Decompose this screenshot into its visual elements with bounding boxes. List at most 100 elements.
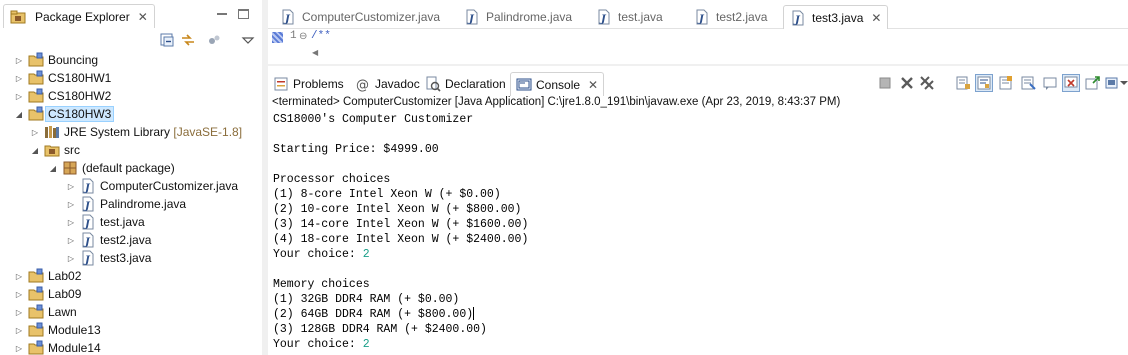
- open-console-icon[interactable]: [1084, 74, 1102, 92]
- java-file-icon: J: [696, 9, 708, 25]
- console-output[interactable]: CS18000's Computer Customizer Starting Pr…: [273, 112, 1123, 352]
- display-selected-console-icon[interactable]: [1062, 74, 1080, 92]
- tree-item[interactable]: ▷ J ComputerCustomizer.java: [66, 177, 238, 195]
- maximize-view-icon[interactable]: [238, 9, 249, 19]
- collapsed-twistie-icon[interactable]: ▷: [66, 235, 76, 245]
- tree-item-label: Lab09: [48, 287, 81, 301]
- tree-item[interactable]: ◢ (default package): [48, 159, 175, 177]
- collapsed-twistie-icon[interactable]: ▷: [14, 307, 24, 317]
- tree-item-label: test.java: [100, 215, 145, 229]
- editor-tab[interactable]: Jtest2.java: [688, 5, 773, 29]
- console-view-tab[interactable]: Problems: [268, 72, 349, 96]
- tree-item[interactable]: ◢ CS180HW3: [14, 105, 115, 123]
- tree-item-text: src: [64, 143, 80, 157]
- collapsed-twistie-icon[interactable]: ▷: [14, 55, 24, 65]
- collapse-all-icon[interactable]: [159, 32, 175, 48]
- tree-item[interactable]: ▷ Lab09: [14, 285, 81, 303]
- tree-item[interactable]: ▷ Module13: [14, 321, 101, 339]
- console-line: Your choice: 2: [273, 337, 1123, 352]
- source-folder-icon: [44, 145, 60, 157]
- java-file-icon: J: [282, 9, 294, 25]
- collapsed-twistie-icon[interactable]: ▷: [14, 325, 24, 335]
- tree-item[interactable]: ▷ Module14: [14, 339, 101, 355]
- tree-item[interactable]: ▷ JRE System Library [JavaSE-1.8]: [30, 123, 242, 141]
- console-line: CS18000's Computer Customizer: [273, 112, 1123, 127]
- editor-tab[interactable]: J ComputerCustomizer.java: [274, 5, 446, 29]
- console-line: Memory choices: [273, 277, 1123, 292]
- tree-item[interactable]: ▷ Bouncing: [14, 51, 98, 69]
- console-line: Starting Price: $4999.00: [273, 142, 1123, 157]
- declaration-icon: [426, 76, 441, 92]
- tree-item[interactable]: ▷ J Palindrome.java: [66, 195, 186, 213]
- project-folder-icon: [28, 70, 44, 85]
- remove-all-terminated-icon[interactable]: [918, 74, 936, 92]
- expanded-twistie-icon[interactable]: ◢: [14, 109, 24, 119]
- tree-item[interactable]: ▷ CS180HW2: [14, 87, 111, 105]
- editor-body[interactable]: 1 ⊖ /** ◀: [268, 30, 1128, 64]
- console-view-tab[interactable]: Console ✕: [510, 72, 605, 96]
- editor-tab[interactable]: Jtest3.java ✕: [783, 5, 889, 29]
- word-wrap-icon[interactable]: [975, 74, 993, 92]
- console-line: (2) 10-core Intel Xeon W (+ $800.00): [273, 202, 1123, 217]
- tree-item[interactable]: ▷ Lawn: [14, 303, 77, 321]
- tree-item[interactable]: ◢ src: [30, 141, 80, 159]
- tree-item-label: Bouncing: [48, 53, 98, 67]
- collapsed-twistie-icon[interactable]: ▷: [14, 289, 24, 299]
- expanded-twistie-icon[interactable]: ◢: [30, 145, 40, 155]
- show-console-on-output-icon[interactable]: [997, 74, 1015, 92]
- tree-item-label: CS180HW2: [48, 89, 111, 103]
- collapsed-twistie-icon[interactable]: ▷: [66, 253, 76, 263]
- tree-item-text: Module13: [48, 323, 101, 337]
- editor-tab-label: test.java: [618, 10, 663, 24]
- console-icon: [516, 78, 532, 90]
- tree-item[interactable]: ▷ CS180HW1: [14, 69, 111, 87]
- project-folder-icon: [28, 304, 44, 319]
- project-folder-icon: [28, 106, 44, 121]
- scroll-left-arrow-icon[interactable]: ◀: [312, 48, 318, 57]
- collapsed-twistie-icon[interactable]: ▷: [14, 271, 24, 281]
- collapsed-twistie-icon[interactable]: ▷: [14, 91, 24, 101]
- close-icon[interactable]: ✕: [138, 11, 148, 23]
- console-view-tab[interactable]: @ Javadoc: [350, 72, 425, 96]
- collapsed-twistie-icon[interactable]: ▷: [66, 199, 76, 209]
- scroll-lock-icon[interactable]: [954, 74, 972, 92]
- focus-icon[interactable]: [206, 32, 222, 48]
- console-line: (1) 8-core Intel Xeon W (+ $0.00): [273, 187, 1123, 202]
- console-view-tab[interactable]: Declaration: [420, 72, 511, 96]
- tree-item-text: test2.java: [100, 233, 152, 247]
- editor-tab[interactable]: J Palindrome.java: [458, 5, 578, 29]
- expanded-twistie-icon[interactable]: ◢: [48, 163, 58, 173]
- console-line-text: (3) 14-core Intel Xeon W (+ $1600.00): [273, 218, 529, 231]
- close-icon[interactable]: ✕: [588, 79, 598, 91]
- editor-tab-bar: J ComputerCustomizer.java J Palindrome.java…: [268, 2, 1128, 29]
- collapsed-twistie-icon[interactable]: ▷: [66, 217, 76, 227]
- console-menu-icon[interactable]: [1120, 74, 1128, 92]
- close-icon[interactable]: ✕: [871, 12, 881, 24]
- collapsed-twistie-icon[interactable]: ▷: [66, 181, 76, 191]
- tree-item[interactable]: ▷ Jtest.java: [66, 213, 145, 231]
- package-explorer-tab[interactable]: Package Explorer ✕: [3, 4, 155, 28]
- console-line: (4) 18-core Intel Xeon W (+ $2400.00): [273, 232, 1123, 247]
- minimize-view-icon[interactable]: [216, 8, 228, 20]
- tree-item-text: Bouncing: [48, 53, 99, 67]
- editor-tab-label: Palindrome.java: [486, 10, 573, 24]
- link-with-editor-icon[interactable]: [180, 32, 196, 48]
- java-file-icon: J: [598, 9, 610, 25]
- pin-console-icon[interactable]: [1041, 74, 1059, 92]
- remove-launch-icon[interactable]: [898, 74, 916, 92]
- collapsed-twistie-icon[interactable]: ▷: [30, 127, 40, 137]
- tree-item[interactable]: ▷ Lab02: [14, 267, 81, 285]
- terminate-icon[interactable]: [876, 74, 894, 92]
- line-number: 1: [290, 30, 297, 42]
- code-line[interactable]: /**: [311, 30, 331, 42]
- tree-item[interactable]: ▷ Jtest2.java: [66, 231, 151, 249]
- tree-item-text: Lab02: [48, 269, 82, 283]
- collapsed-twistie-icon[interactable]: ▷: [14, 343, 24, 353]
- tree-item[interactable]: ▷ Jtest3.java: [66, 249, 151, 267]
- view-menu-icon[interactable]: [240, 32, 256, 48]
- show-console-on-error-icon[interactable]: [1019, 74, 1037, 92]
- collapsed-twistie-icon[interactable]: ▷: [14, 73, 24, 83]
- editor-tab[interactable]: Jtest.java: [590, 5, 669, 29]
- console-toolbar: [876, 72, 1128, 94]
- fold-toggle-icon[interactable]: ⊖: [299, 31, 307, 42]
